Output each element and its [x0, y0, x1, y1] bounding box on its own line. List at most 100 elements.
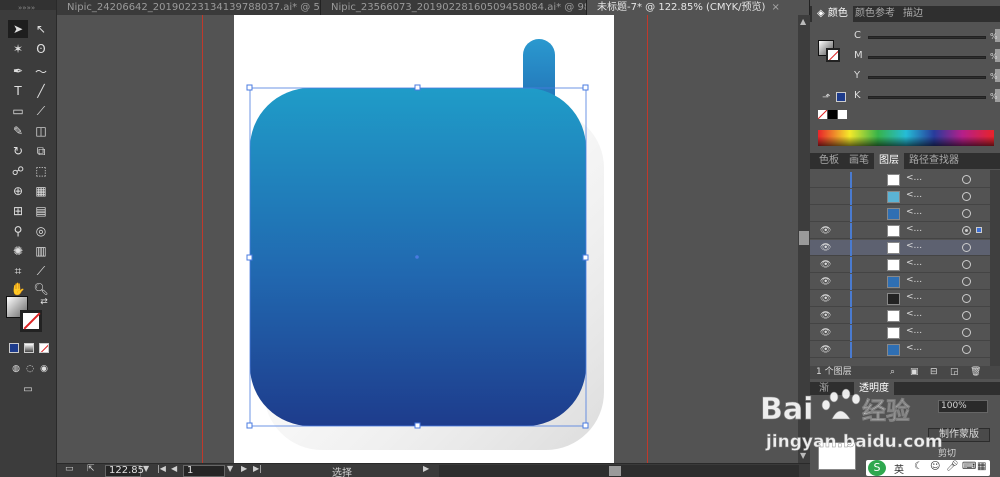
scroll-down-icon[interactable]: ▼	[800, 451, 806, 460]
screen-mode-icon[interactable]: ▭	[18, 380, 38, 398]
type-tool-icon[interactable]: T	[8, 82, 28, 100]
layer-name[interactable]: <...	[906, 258, 922, 268]
scale-tool-icon[interactable]: ⧉	[31, 142, 51, 160]
layer-name[interactable]: <...	[906, 190, 922, 200]
cmyk-k-row[interactable]: K	[850, 89, 1000, 104]
layer-row[interactable]: 👁︎ <...	[810, 291, 990, 307]
paintbrush-tool-icon[interactable]: ⟋	[31, 102, 51, 120]
document-tab-3[interactable]: 未标题-7* @ 122.85% (CMYK/预览) ×	[587, 0, 810, 15]
magic-wand-tool-icon[interactable]: ✶	[8, 40, 28, 58]
layer-row[interactable]: 👁︎ <...	[810, 342, 990, 358]
ime-toolbar[interactable]: S 英 ☾ ☺ 🎤︎ ⌨ ▦	[866, 460, 990, 476]
document-tab-2[interactable]: Nipic_23566073_20190228160509458084.ai* …	[321, 0, 587, 15]
layer-row[interactable]: 👁︎ <...	[810, 223, 990, 239]
layer-name[interactable]: <...	[906, 241, 922, 251]
first-artboard-icon[interactable]: |◀	[157, 464, 166, 473]
column-graph-tool-icon[interactable]: ▥	[31, 242, 51, 260]
target-circle-icon[interactable]	[962, 260, 971, 269]
cmyk-c-row[interactable]: C	[850, 29, 1000, 44]
layers-scrollbar[interactable]	[990, 170, 1000, 366]
gamut-swatch[interactable]	[836, 92, 846, 102]
visibility-eye-icon[interactable]: 👁︎	[820, 328, 831, 338]
rotate-tool-icon[interactable]: ↻	[8, 142, 28, 160]
blend-tool-icon[interactable]: ◎	[31, 222, 51, 240]
layer-row[interactable]: 👁︎ <...	[810, 308, 990, 324]
rectangle-tool-icon[interactable]: ▭	[8, 102, 28, 120]
make-clipping-mask-icon[interactable]: ▣	[910, 366, 919, 379]
visibility-eye-icon[interactable]: 👁︎	[820, 294, 831, 304]
target-circle-icon[interactable]	[962, 226, 971, 235]
horizontal-scroll-thumb[interactable]	[609, 466, 621, 476]
layer-row[interactable]: 👁︎ <...	[810, 240, 990, 256]
visibility-eye-icon[interactable]: 👁︎	[820, 260, 831, 270]
target-circle-icon[interactable]	[962, 192, 971, 201]
previous-artboard-icon[interactable]: ◀	[171, 464, 177, 473]
visibility-eye-icon[interactable]: 👁︎	[820, 226, 831, 236]
tab-brushes[interactable]: 画笔	[844, 153, 874, 169]
artboard-number-field[interactable]: 1	[183, 465, 225, 477]
layer-name[interactable]: <...	[906, 224, 922, 234]
layer-name[interactable]: <...	[906, 343, 922, 353]
target-circle-icon[interactable]	[962, 311, 971, 320]
layer-row[interactable]: <...	[810, 172, 990, 188]
visibility-eye-icon[interactable]: 👁︎	[820, 311, 831, 321]
canvas-area[interactable]	[57, 15, 798, 463]
ime-keyboard-icon[interactable]: ⌨	[962, 461, 976, 472]
share-icon[interactable]: ⇱	[87, 464, 95, 474]
tab-color[interactable]: ◈ 颜色	[812, 6, 853, 22]
layer-name[interactable]: <...	[906, 275, 922, 285]
zoom-dropdown-icon[interactable]: ▼	[143, 464, 149, 473]
stroke-swatch[interactable]	[826, 48, 840, 62]
tab-layers[interactable]: 图层	[874, 153, 904, 169]
gradient-tool-icon[interactable]: ▤	[31, 202, 51, 220]
curvature-tool-icon[interactable]: 〜	[31, 62, 51, 80]
vertical-scrollbar[interactable]: ▲ ▼	[798, 15, 810, 463]
document-tab-1[interactable]: Nipic_24206642_20190223134139788037.ai* …	[57, 0, 321, 15]
pen-tool-icon[interactable]: ✒	[8, 62, 28, 80]
target-circle-icon[interactable]	[962, 328, 971, 337]
status-menu-icon[interactable]: ▶	[423, 464, 429, 473]
nav-artboard-icon[interactable]: ▭	[65, 464, 74, 474]
visibility-eye-icon[interactable]: 👁︎	[820, 345, 831, 355]
eraser-tool-icon[interactable]: ◫	[31, 122, 51, 140]
new-layer-icon[interactable]: ◲	[950, 366, 959, 379]
ime-skin-icon[interactable]: ▦	[977, 461, 986, 472]
delete-layer-icon[interactable]: 🗑︎	[970, 366, 981, 379]
ime-language-icon[interactable]: 英	[894, 461, 904, 476]
tab-transparency[interactable]: 透明度	[854, 382, 894, 395]
zoom-level-field[interactable]: 122.85	[105, 465, 144, 477]
color-spectrum-bar[interactable]	[818, 130, 994, 146]
out-of-gamut-icon[interactable]: ⬏	[822, 92, 830, 103]
selection-tool-icon[interactable]: ➤	[8, 20, 28, 38]
clip-checkbox-label[interactable]: 剪切	[938, 446, 956, 459]
artboard[interactable]	[234, 15, 614, 463]
close-icon[interactable]: ×	[771, 2, 779, 13]
color-mode-button[interactable]	[9, 343, 19, 353]
draw-inside-icon[interactable]: ◉	[34, 360, 54, 378]
tools-grip[interactable]: »»»»	[0, 0, 56, 12]
black-swatch[interactable]	[828, 110, 837, 119]
last-artboard-icon[interactable]: ▶|	[253, 464, 262, 473]
perspective-grid-tool-icon[interactable]: ▦	[31, 182, 51, 200]
direct-selection-tool-icon[interactable]: ↖	[31, 20, 51, 38]
eyedropper-tool-icon[interactable]: ⚲	[8, 222, 28, 240]
layer-name[interactable]: <...	[906, 173, 922, 183]
visibility-eye-icon[interactable]: 👁︎	[820, 243, 831, 253]
new-sublayer-icon[interactable]: ⊟	[930, 366, 938, 379]
cmyk-y-row[interactable]: Y	[850, 69, 1000, 84]
k-slider[interactable]	[868, 96, 986, 99]
tab-gradient[interactable]: 渐	[814, 382, 834, 395]
layer-row[interactable]: <...	[810, 189, 990, 205]
none-mode-button[interactable]	[39, 343, 49, 353]
opacity-field[interactable]: 100%	[938, 400, 988, 413]
scroll-up-icon[interactable]: ▲	[800, 17, 806, 26]
line-tool-icon[interactable]: ╱	[31, 82, 51, 100]
locate-object-icon[interactable]: ⌕	[890, 366, 895, 379]
y-slider[interactable]	[868, 76, 986, 79]
layer-name[interactable]: <...	[906, 292, 922, 302]
white-swatch[interactable]	[838, 110, 847, 119]
warp-tool-icon[interactable]: ☍	[8, 162, 28, 180]
tab-pathfinder[interactable]: 路径查找器	[904, 153, 964, 169]
target-circle-icon[interactable]	[962, 277, 971, 286]
ime-voice-icon[interactable]: 🎤︎	[946, 461, 959, 472]
